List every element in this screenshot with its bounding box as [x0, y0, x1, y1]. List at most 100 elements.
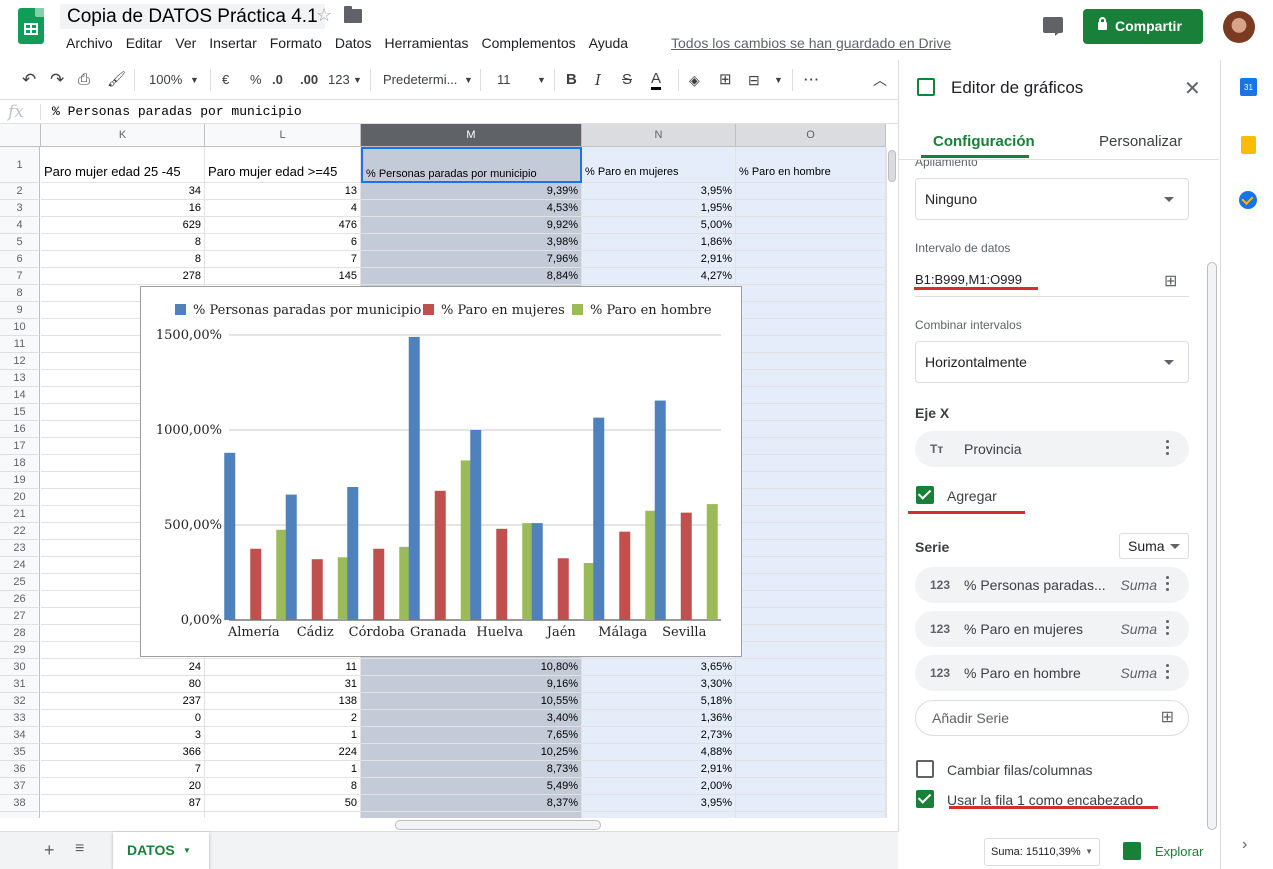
- table-cell[interactable]: 87: [41, 795, 205, 812]
- table-cell[interactable]: 3,40%: [361, 710, 582, 727]
- row-header[interactable]: 36: [0, 761, 40, 778]
- formula-input[interactable]: % Personas paradas por municipio: [52, 104, 302, 119]
- sheet-tab-datos[interactable]: DATOS ▼: [113, 832, 209, 869]
- row-header[interactable]: 28: [0, 625, 40, 642]
- table-cell[interactable]: [736, 710, 886, 727]
- close-icon[interactable]: ✕: [1184, 76, 1201, 101]
- chevron-down-icon[interactable]: ▼: [353, 70, 362, 90]
- star-icon[interactable]: ☆: [316, 5, 332, 26]
- table-cell[interactable]: [361, 812, 582, 818]
- redo-icon[interactable]: ↷: [50, 70, 64, 90]
- row-header[interactable]: 32: [0, 693, 40, 710]
- paint-format-icon[interactable]: 🖌: [107, 70, 126, 90]
- explore-button[interactable]: Explorar: [1123, 841, 1203, 863]
- menu-editar[interactable]: Editar: [126, 34, 163, 52]
- table-cell[interactable]: 7: [41, 761, 205, 778]
- row-header[interactable]: 2: [0, 183, 40, 200]
- table-cell[interactable]: 4,53%: [361, 200, 582, 217]
- table-cell[interactable]: 5,49%: [361, 778, 582, 795]
- table-cell[interactable]: 366: [41, 744, 205, 761]
- table-cell[interactable]: 3: [41, 727, 205, 744]
- table-cell[interactable]: [736, 727, 886, 744]
- aggregate-checkbox[interactable]: [916, 486, 934, 504]
- header-cell[interactable]: % Paro en hombre: [736, 147, 886, 183]
- sum-summary[interactable]: Suma: 15110,39% ▼: [984, 838, 1100, 866]
- table-cell[interactable]: [736, 421, 886, 438]
- header-cell[interactable]: % Personas paradas por municipio: [361, 147, 582, 183]
- decrease-decimals-button[interactable]: .0: [272, 70, 283, 90]
- column-header-k[interactable]: K: [41, 124, 205, 147]
- italic-button[interactable]: I: [595, 70, 601, 90]
- menu-herramientas[interactable]: Herramientas: [384, 34, 468, 52]
- table-cell[interactable]: 1,36%: [582, 710, 736, 727]
- add-sheet-icon[interactable]: +: [44, 840, 55, 861]
- row-header[interactable]: 38: [0, 795, 40, 812]
- row-header[interactable]: 17: [0, 438, 40, 455]
- column-header-o[interactable]: O: [736, 124, 886, 147]
- table-cell[interactable]: 10,25%: [361, 744, 582, 761]
- table-cell[interactable]: 3,30%: [582, 676, 736, 693]
- table-cell[interactable]: [736, 778, 886, 795]
- row-header[interactable]: 21: [0, 506, 40, 523]
- folder-icon[interactable]: [344, 6, 362, 23]
- header-cell[interactable]: % Paro en mujeres: [582, 147, 736, 183]
- row-header[interactable]: 24: [0, 557, 40, 574]
- table-cell[interactable]: 1: [205, 761, 361, 778]
- table-cell[interactable]: 224: [205, 744, 361, 761]
- row-header[interactable]: 6: [0, 251, 40, 268]
- horizontal-scroll-thumb[interactable]: [395, 820, 601, 830]
- bold-button[interactable]: B: [566, 70, 577, 90]
- tab-personalizar[interactable]: Personalizar: [1099, 133, 1182, 150]
- table-cell[interactable]: [736, 608, 886, 625]
- table-cell[interactable]: 1,95%: [582, 200, 736, 217]
- table-cell[interactable]: [736, 591, 886, 608]
- bar-chart[interactable]: 0,00% 500,00% 1000,00% 1500,00% % Personas p…: [140, 286, 742, 657]
- table-cell[interactable]: [205, 812, 361, 818]
- menu-complementos[interactable]: Complementos: [481, 34, 575, 52]
- tab-configuracion[interactable]: Configuración: [933, 133, 1035, 150]
- series-chip[interactable]: 123 % Personas paradas... Suma: [915, 567, 1189, 603]
- table-cell[interactable]: [736, 506, 886, 523]
- increase-decimals-button[interactable]: .00: [300, 70, 318, 90]
- document-title[interactable]: Copia de DATOS Práctica 4.1: [60, 4, 325, 29]
- chevron-down-icon[interactable]: ▼: [464, 70, 473, 90]
- all-sheets-icon[interactable]: ≡: [75, 840, 84, 858]
- table-cell[interactable]: [736, 370, 886, 387]
- row-header[interactable]: 9: [0, 302, 40, 319]
- table-cell[interactable]: 7,65%: [361, 727, 582, 744]
- column-header-l[interactable]: L: [205, 124, 361, 147]
- combine-select[interactable]: Horizontalmente: [915, 341, 1189, 383]
- font-select[interactable]: Predetermi...: [383, 70, 457, 90]
- switch-rows-columns-checkbox[interactable]: [916, 760, 934, 778]
- table-cell[interactable]: 3,65%: [582, 659, 736, 676]
- table-cell[interactable]: 8: [41, 251, 205, 268]
- table-cell[interactable]: [736, 676, 886, 693]
- table-cell[interactable]: 5,00%: [582, 217, 736, 234]
- table-cell[interactable]: 2: [205, 710, 361, 727]
- undo-icon[interactable]: ↶: [22, 70, 36, 90]
- table-cell[interactable]: 4: [205, 200, 361, 217]
- table-cell[interactable]: 1,86%: [582, 234, 736, 251]
- table-cell[interactable]: [736, 812, 886, 818]
- table-cell[interactable]: [736, 404, 886, 421]
- table-cell[interactable]: [736, 353, 886, 370]
- text-color-button[interactable]: A: [651, 70, 662, 90]
- header-cell[interactable]: Paro mujer edad 25 -45: [41, 147, 205, 183]
- table-cell[interactable]: 8: [41, 234, 205, 251]
- tasks-icon[interactable]: [1239, 191, 1257, 209]
- chevron-right-icon[interactable]: ›: [1242, 836, 1247, 854]
- avatar[interactable]: [1223, 11, 1255, 43]
- table-cell[interactable]: 8: [205, 778, 361, 795]
- table-cell[interactable]: 3,95%: [582, 183, 736, 200]
- chevron-down-icon[interactable]: ▼: [774, 70, 783, 90]
- menu-ver[interactable]: Ver: [175, 34, 196, 52]
- currency-button[interactable]: €: [222, 70, 229, 90]
- menu-ayuda[interactable]: Ayuda: [589, 34, 628, 52]
- menu-datos[interactable]: Datos: [335, 34, 372, 52]
- table-cell[interactable]: [736, 489, 886, 506]
- row-header[interactable]: 20: [0, 489, 40, 506]
- row-header[interactable]: 16: [0, 421, 40, 438]
- table-cell[interactable]: [736, 795, 886, 812]
- table-cell[interactable]: 1: [205, 727, 361, 744]
- keep-icon[interactable]: [1241, 136, 1256, 154]
